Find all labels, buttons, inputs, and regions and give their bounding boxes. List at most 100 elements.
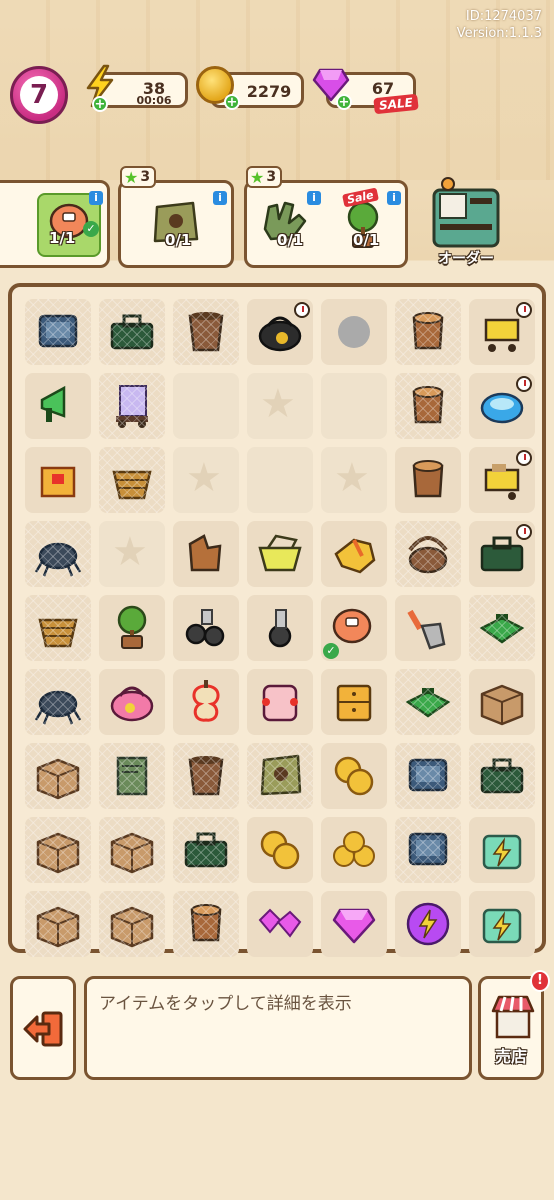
pillow-icon: [332, 608, 372, 644]
board-cell-coins[interactable]: [247, 817, 313, 883]
board-cell-plant[interactable]: [99, 595, 165, 661]
order-info-icon[interactable]: i: [387, 191, 401, 205]
board-cell-paper[interactable]: [99, 743, 165, 809]
board-cell-tray-green[interactable]: [321, 299, 387, 365]
board-cell-toolbox[interactable]: [173, 817, 239, 883]
board-cell-spider[interactable]: [25, 521, 91, 587]
board-cell-drawer[interactable]: [321, 669, 387, 735]
board-cell-box[interactable]: [25, 817, 91, 883]
board-cell-empty[interactable]: [321, 373, 387, 439]
cobweb-overlay: [395, 373, 461, 439]
board-cell-basket[interactable]: [25, 595, 91, 661]
version-label: Version:1.1.3: [456, 26, 542, 41]
star-icon: ★: [334, 455, 370, 501]
coins-icon: [260, 830, 300, 870]
board-cell-basket-yellow[interactable]: [247, 521, 313, 587]
board-cell-coins[interactable]: [321, 743, 387, 809]
order-info-icon[interactable]: i: [89, 191, 103, 205]
board-cell-bag-pink2[interactable]: [247, 669, 313, 735]
board-cell-box[interactable]: [469, 669, 535, 735]
board-cell-basket-round[interactable]: [395, 521, 461, 587]
board-cell-box[interactable]: [25, 891, 91, 957]
board-cell-cart-yellow[interactable]: [469, 447, 535, 513]
board-cell-glove[interactable]: [321, 521, 387, 587]
board-cell-stump-broken[interactable]: [173, 521, 239, 587]
exit-button[interactable]: [10, 976, 76, 1080]
board-cell-energy-box[interactable]: [469, 817, 535, 883]
board-cell-energy-box[interactable]: [469, 891, 535, 957]
cobweb-overlay: [25, 299, 91, 365]
board-cell-wheel[interactable]: [247, 595, 313, 661]
add-coins-button[interactable]: +: [224, 94, 240, 110]
order-info-icon[interactable]: i: [213, 191, 227, 205]
board-cell-coins-pile[interactable]: [321, 817, 387, 883]
order-info-icon[interactable]: i: [307, 191, 321, 205]
board-cell-tablet[interactable]: [25, 299, 91, 365]
board-cell-pillow[interactable]: ✓: [321, 595, 387, 661]
board-cell-energy-orb[interactable]: [395, 891, 461, 957]
board-cell-bag-black[interactable]: [247, 299, 313, 365]
board-cell-bucket[interactable]: [173, 743, 239, 809]
board-cell-box[interactable]: [99, 891, 165, 957]
add-gems-button[interactable]: +: [336, 94, 352, 110]
board-cell-empty[interactable]: [247, 447, 313, 513]
board-cell-locked[interactable]: ★: [173, 447, 239, 513]
board-cell-wheels[interactable]: [173, 595, 239, 661]
bag-pink2-icon: [262, 684, 298, 722]
board-cell-toolbox[interactable]: [469, 743, 535, 809]
board-cell-bag-pink[interactable]: [99, 669, 165, 735]
board-cell-tablet[interactable]: [395, 743, 461, 809]
order-card-2[interactable]: 0/1 i: [118, 180, 234, 268]
board-cell-box[interactable]: [25, 743, 91, 809]
board-cell-toolbox[interactable]: [469, 521, 535, 587]
board-cell-stump[interactable]: [395, 447, 461, 513]
cobweb-overlay: [173, 817, 239, 883]
board-cell-coffee-bag[interactable]: [247, 743, 313, 809]
board-cell-basket[interactable]: [99, 447, 165, 513]
board-cell-shovel[interactable]: [395, 595, 461, 661]
merge-board: ★ ★ ★ ★ ✓: [8, 283, 546, 957]
order-button-label[interactable]: オーダー: [426, 248, 506, 268]
board-cell-spider[interactable]: [25, 669, 91, 735]
order-count: 0/1: [165, 231, 192, 249]
board-cell-cart-boxes[interactable]: [99, 373, 165, 439]
player-id: ID:1274037: [465, 9, 542, 24]
board-cell-stump[interactable]: [395, 373, 461, 439]
board-cell-tablet[interactable]: [395, 817, 461, 883]
timer-clock-icon: [516, 376, 532, 392]
gem-icon: [332, 908, 376, 944]
board-cell-apple[interactable]: [173, 669, 239, 735]
add-energy-button[interactable]: +: [92, 96, 108, 112]
board-cell-gems[interactable]: [247, 891, 313, 957]
board-cell-tray[interactable]: [469, 595, 535, 661]
board-cell-tray[interactable]: [395, 669, 461, 735]
level-badge[interactable]: 7: [10, 66, 68, 124]
board-cell-robot[interactable]: [469, 373, 535, 439]
board-cell-stump[interactable]: [395, 299, 461, 365]
board-cell-locked[interactable]: ★: [99, 521, 165, 587]
order-card-1[interactable]: 1/1 ✓ i: [0, 180, 110, 268]
stump-icon: [412, 460, 444, 498]
board-cell-toolbox[interactable]: [99, 299, 165, 365]
board-cell-box-glow[interactable]: [25, 447, 91, 513]
timer-clock-icon: [294, 302, 310, 318]
stump-broken-icon: [188, 534, 222, 572]
board-cell-stump[interactable]: [173, 891, 239, 957]
order-slot[interactable]: 0/1: [143, 193, 207, 257]
order-card-3[interactable]: 0/1 i 0/1 Sale i: [244, 180, 408, 268]
board-cell-box[interactable]: [99, 817, 165, 883]
board-cell-gem[interactable]: [321, 891, 387, 957]
board-cell-cart[interactable]: [469, 299, 535, 365]
timer-clock-icon: [516, 302, 532, 318]
order-star-reward: ★ 3: [246, 166, 283, 188]
cobweb-overlay: [99, 891, 165, 957]
shop-alert-badge: !: [530, 970, 550, 992]
board-cell-locked[interactable]: ★: [247, 373, 313, 439]
board-cell-empty[interactable]: [173, 373, 239, 439]
board-cell-megaphone[interactable]: [25, 373, 91, 439]
wheel-icon: [268, 609, 292, 648]
board-cell-locked[interactable]: ★: [321, 447, 387, 513]
shop-button[interactable]: 売店: [478, 976, 544, 1080]
board-cell-bucket[interactable]: [173, 299, 239, 365]
order-board-icon[interactable]: [428, 176, 504, 250]
